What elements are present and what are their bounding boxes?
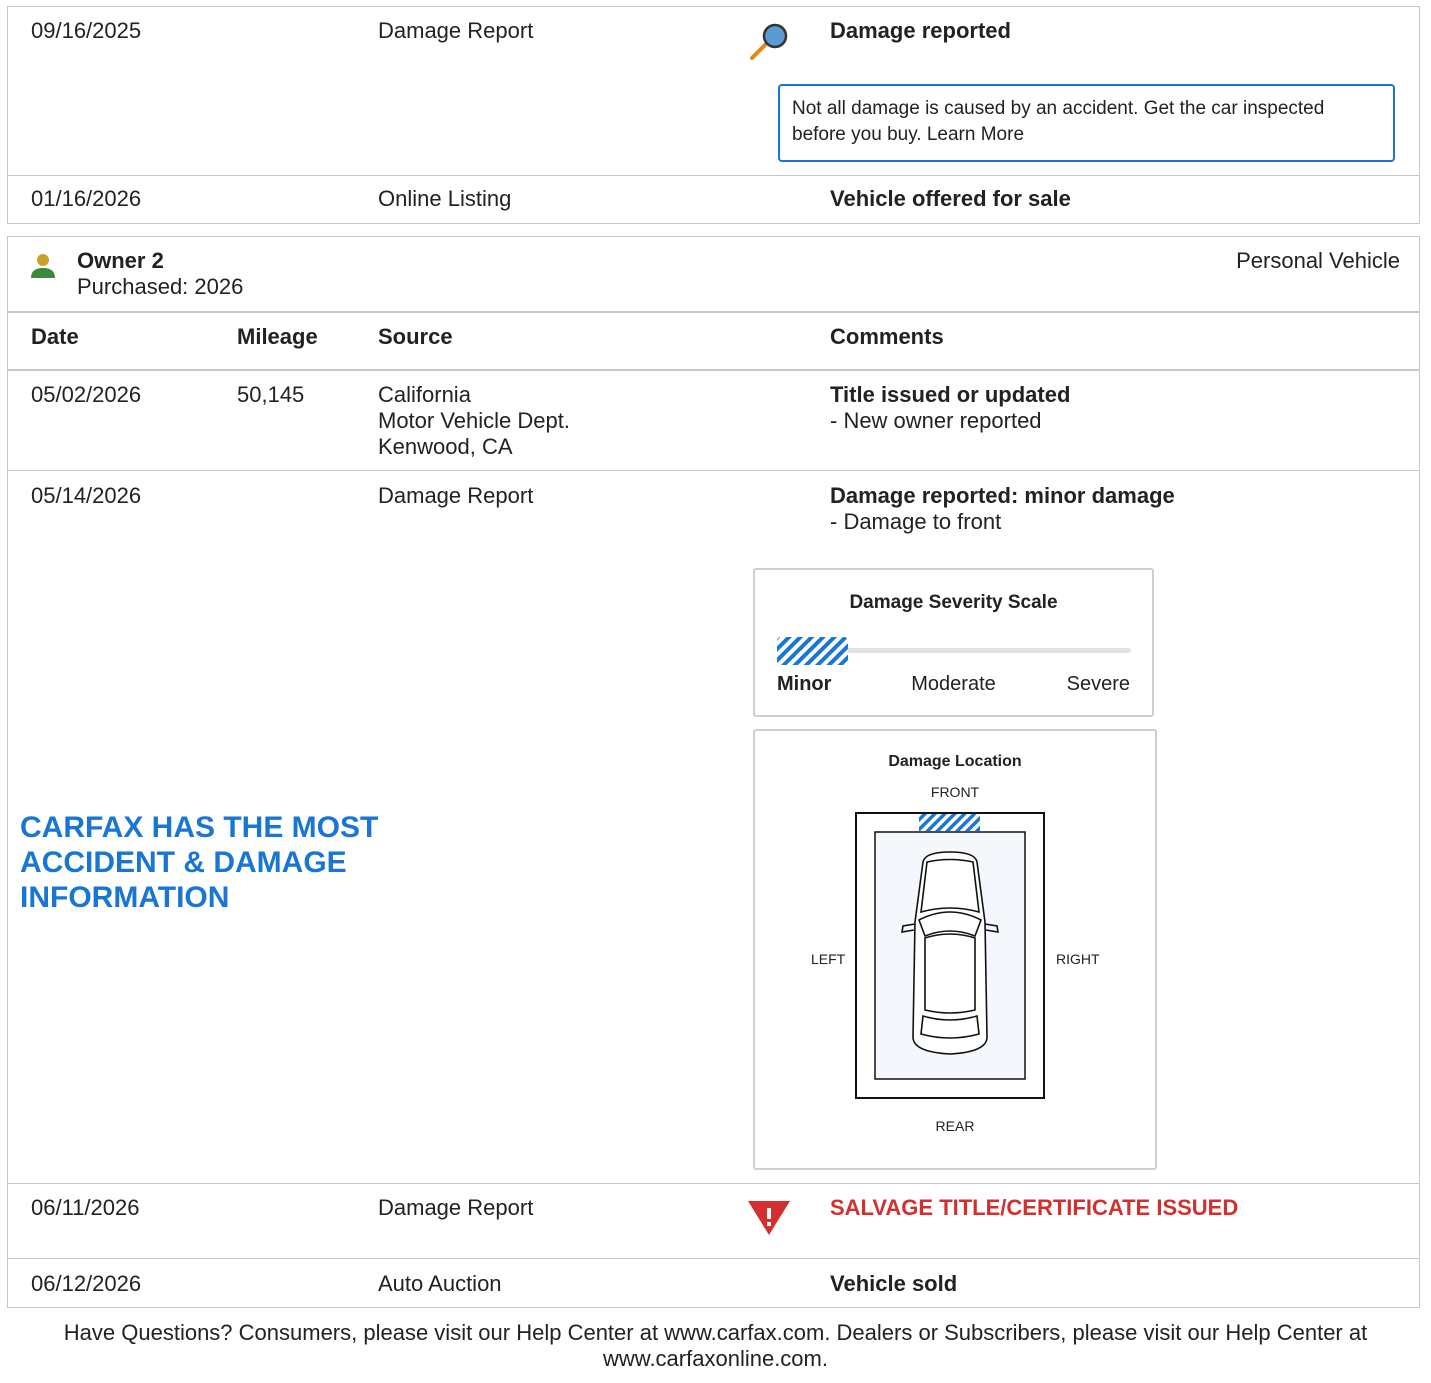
- record-mileage: 50,145: [237, 382, 305, 407]
- record-date: 06/11/2026: [31, 1195, 140, 1220]
- promo-line: CARFAX HAS THE MOST: [20, 811, 379, 844]
- record-date: 05/02/2026: [31, 382, 142, 407]
- record-source: Damage Report: [378, 18, 534, 43]
- row-divider: [7, 369, 1420, 371]
- damage-severity-card: Damage Severity Scale Minor Moderate Sev…: [753, 568, 1154, 717]
- record-source-line: Motor Vehicle Dept.: [378, 408, 570, 433]
- record-source: Online Listing: [378, 186, 512, 211]
- column-header-date: Date: [31, 324, 79, 349]
- record-comment: Vehicle sold: [830, 1271, 958, 1296]
- magnifier-icon: [748, 20, 792, 62]
- damage-zone-front: [919, 814, 980, 831]
- promo-line: ACCIDENT & DAMAGE: [20, 846, 347, 879]
- record-comment: Damage reported: [830, 18, 1011, 43]
- record-comment: Vehicle offered for sale: [830, 186, 1071, 211]
- record-comment: Title issued or updated: [830, 382, 1071, 407]
- record-date: 06/12/2026: [31, 1271, 142, 1296]
- severity-scale-bar: [777, 637, 1131, 665]
- owner-vehicle-type: Personal Vehicle: [1236, 248, 1400, 273]
- help-footer-line: www.carfaxonline.com.: [603, 1346, 828, 1371]
- record-comment-detail: - Damage to front: [830, 509, 1002, 534]
- record-source-line: Kenwood, CA: [378, 434, 513, 459]
- car-diagram: [855, 812, 1045, 1099]
- record-comment: Damage reported: minor damage: [830, 483, 1175, 508]
- location-label-rear: REAR: [935, 1118, 975, 1134]
- record-source: Damage Report: [378, 1195, 534, 1220]
- promo-line: INFORMATION: [20, 881, 230, 914]
- location-label-right: RIGHT: [1056, 951, 1100, 967]
- record-comment-alert: SALVAGE TITLE/CERTIFICATE ISSUED: [830, 1195, 1239, 1220]
- column-header-source: Source: [378, 324, 453, 349]
- record-date: 01/16/2026: [31, 186, 142, 211]
- help-footer-line: Have Questions? Consumers, please visit …: [63, 1320, 1368, 1345]
- row-divider: [7, 1183, 1420, 1184]
- severity-label-severe: Severe: [1066, 673, 1130, 695]
- row-divider: [7, 470, 1420, 471]
- owner-header-divider: [7, 311, 1420, 313]
- severity-fill-minor: [777, 637, 848, 665]
- record-source: Damage Report: [378, 483, 534, 508]
- column-header-mileage: Mileage: [237, 324, 318, 349]
- damage-location-card: Damage Location FRONT REAR LEFT RIGHT: [753, 729, 1157, 1170]
- damage-severity-title: Damage Severity Scale: [849, 592, 1058, 613]
- location-label-left: LEFT: [811, 951, 846, 967]
- owner-name: Owner 2: [77, 248, 164, 273]
- inspection-note: Not all damage is caused by an accident.…: [778, 84, 1395, 162]
- row-divider: [7, 1258, 1420, 1259]
- row-divider: [7, 175, 1420, 176]
- warning-icon: [746, 1199, 792, 1237]
- location-label-front: FRONT: [930, 784, 980, 800]
- record-comment-detail: - New owner reported: [830, 408, 1042, 433]
- inspection-note-text: Not all damage is caused by an accident.…: [792, 98, 1325, 145]
- owner-section: [7, 236, 1420, 1308]
- owner-purchased: Purchased: 2026: [77, 274, 244, 299]
- column-header-comments: Comments: [830, 324, 944, 349]
- record-source: Auto Auction: [378, 1271, 502, 1296]
- record-date: 09/16/2025: [31, 18, 142, 43]
- record-date: 05/14/2026: [31, 483, 142, 508]
- person-icon: [28, 252, 58, 280]
- damage-location-title: Damage Location: [888, 753, 1022, 770]
- promo-heading: CARFAX HAS THE MOST ACCIDENT & DAMAGE IN…: [20, 810, 378, 915]
- record-source-line: California: [378, 382, 471, 407]
- help-footer: Have Questions? Consumers, please visit …: [0, 1320, 1431, 1372]
